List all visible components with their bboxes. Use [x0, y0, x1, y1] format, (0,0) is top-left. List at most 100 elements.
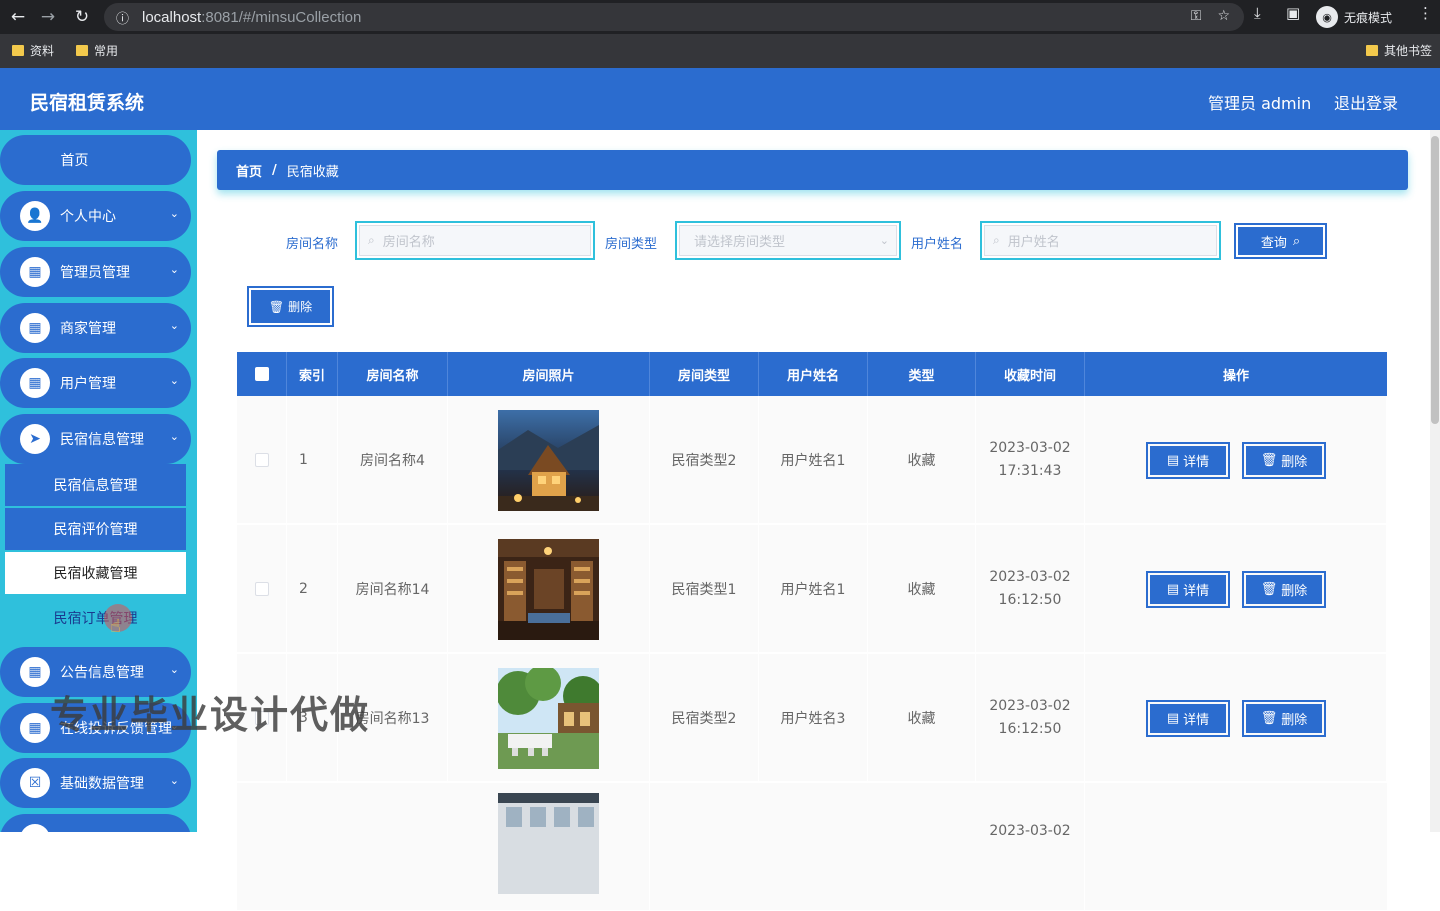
download-icon[interactable]: ⤓: [1254, 4, 1261, 22]
column-header[interactable]: 类型: [868, 352, 976, 396]
breadcrumb-separator: /: [272, 162, 277, 178]
sidebar-item-merchant-management[interactable]: ▦ 商家管理 ⌄: [0, 303, 191, 353]
column-header[interactable]: 房间名称: [338, 352, 448, 396]
room-photo[interactable]: [498, 793, 599, 894]
room-photo[interactable]: [498, 409, 599, 511]
submenu-minsu-review[interactable]: 民宿评价管理: [5, 508, 186, 551]
star-icon[interactable]: ☆: [1217, 8, 1230, 24]
sidebar-item-user-management[interactable]: ▦ 用户管理 ⌄: [0, 358, 191, 408]
menu-kebab-icon[interactable]: ⋮: [1418, 4, 1433, 22]
row-room-type: 民宿类型2: [650, 654, 759, 782]
chevron-down-icon: ⌄: [879, 234, 889, 247]
reload-icon[interactable]: ↻: [70, 5, 94, 29]
chevron-down-icon: ⌄: [169, 374, 179, 387]
table-row: 3 房间名称13 民宿类型2 用户姓名3 收藏 2023-03-02 16:12…: [237, 654, 1387, 782]
row-collect-time: 2023-03-02 16:12:50: [976, 654, 1085, 782]
detail-button[interactable]: ▤ 详情: [1146, 700, 1230, 737]
sidebar-item-admin-management[interactable]: ▦ 管理员管理 ⌄: [0, 247, 191, 297]
menu-icon: [20, 824, 50, 832]
back-arrow-icon[interactable]: ←: [6, 5, 30, 29]
grid-icon: ▦: [20, 657, 50, 687]
select-all-checkbox-cell: [237, 352, 287, 396]
sidebar: 首页 👤 个人中心 ⌄ ▦ 管理员管理 ⌄ ▦ 商家管理 ⌄ ▦ 用户管理 ⌄ …: [0, 130, 197, 832]
sidebar-item-basic-data[interactable]: ☒ 基础数据管理 ⌄: [0, 758, 191, 808]
site-info-icon[interactable]: ⓘ: [116, 8, 136, 27]
delete-button[interactable]: 🗑 删除: [1242, 442, 1326, 479]
document-icon: ▤: [1166, 453, 1180, 468]
room-name-field[interactable]: ⌕ 房间名称: [355, 221, 595, 260]
document-icon: ▤: [1166, 582, 1180, 597]
row-actions: ▤ 详情 🗑 删除: [1085, 654, 1387, 782]
key-icon[interactable]: ⚿: [1191, 8, 1202, 24]
select-all-checkbox[interactable]: [254, 367, 269, 381]
chevron-down-icon: ⌄: [169, 719, 179, 732]
user-name-label: 用户姓名: [911, 237, 964, 252]
column-header[interactable]: 收藏时间: [976, 352, 1085, 396]
pointer-hand-icon: ☝: [110, 616, 121, 637]
sidepanel-icon[interactable]: ▣: [1286, 4, 1300, 22]
room-photo[interactable]: [498, 667, 599, 769]
chevron-down-icon: ⌄: [169, 430, 179, 443]
room-photo-cell: [448, 783, 650, 911]
address-bar[interactable]: ⓘ localhost:8081/#/minsuCollection ⚿ ☆: [104, 3, 1244, 31]
clipboard-icon: ☒: [20, 768, 50, 798]
sidebar-item-home[interactable]: 首页: [0, 135, 191, 185]
chevron-down-icon: ⌄: [169, 263, 179, 276]
page-scrollbar[interactable]: [1430, 130, 1440, 832]
detail-button[interactable]: ▤ 详情: [1146, 442, 1230, 479]
column-header[interactable]: 索引: [287, 352, 338, 396]
column-header[interactable]: 用户姓名: [759, 352, 868, 396]
submenu-minsu-info[interactable]: 民宿信息管理: [5, 464, 186, 507]
column-header[interactable]: 操作: [1085, 352, 1387, 396]
forward-arrow-icon[interactable]: →: [36, 5, 60, 29]
current-user: 管理员 admin: [1208, 94, 1312, 113]
room-name-label: 房间名称: [286, 237, 339, 252]
scrollbar-thumb[interactable]: [1431, 136, 1439, 424]
search-icon: ⌕: [368, 233, 375, 247]
sidebar-item-minsu-info[interactable]: ➤ 民宿信息管理 ⌄: [0, 414, 191, 464]
incognito-indicator[interactable]: ◉ 无痕模式: [1316, 6, 1392, 28]
query-button[interactable]: 查询 ⌕: [1234, 223, 1327, 259]
room-photo-cell: [448, 396, 650, 524]
row-checkbox[interactable]: [254, 711, 269, 725]
sidebar-item-more[interactable]: [0, 814, 191, 832]
batch-delete-button[interactable]: 🗑 删除: [247, 286, 334, 327]
column-header[interactable]: 房间照片: [448, 352, 650, 396]
row-index: 3: [287, 654, 338, 782]
row-checkbox[interactable]: [254, 453, 269, 467]
bookmark-folder[interactable]: 常用: [76, 42, 118, 59]
delete-button[interactable]: 🗑 删除: [1242, 571, 1326, 608]
sidebar-item-personal-center[interactable]: 👤 个人中心 ⌄: [0, 191, 191, 241]
row-room-name: 房间名称4: [338, 396, 448, 524]
bookmark-folder[interactable]: 资料: [12, 42, 54, 59]
detail-button[interactable]: ▤ 详情: [1146, 571, 1230, 608]
sidebar-item-complaint[interactable]: ▦ 在线投诉反馈管理 ⌄: [0, 703, 191, 753]
chevron-down-icon: ⌄: [169, 774, 179, 787]
submenu-minsu-order[interactable]: 民宿订单管理: [5, 597, 186, 640]
user-name-field[interactable]: ⌕ 用户姓名: [980, 221, 1221, 260]
document-icon: ▤: [1166, 711, 1180, 726]
breadcrumb: 首页 / 民宿收藏: [217, 150, 1408, 190]
column-header[interactable]: 房间类型: [650, 352, 759, 396]
row-collect-time: 2023-03-02 17:31:43: [976, 396, 1085, 524]
delete-button[interactable]: 🗑 删除: [1242, 700, 1326, 737]
row-type: 收藏: [868, 525, 976, 653]
table-header: 索引 房间名称 房间照片 房间类型 用户姓名 类型 收藏时间 操作: [237, 352, 1387, 396]
room-type-select[interactable]: 请选择房间类型 ⌄: [675, 221, 901, 260]
folder-icon: [76, 45, 88, 56]
other-bookmarks[interactable]: 其他书签: [1366, 42, 1432, 59]
logout-link[interactable]: 退出登录: [1334, 90, 1398, 114]
submenu-minsu-collection[interactable]: 民宿收藏管理: [5, 552, 186, 595]
row-collect-time: 2023-03-02 16:12:50: [976, 525, 1085, 653]
row-checkbox[interactable]: [254, 582, 269, 596]
breadcrumb-home[interactable]: 首页: [236, 161, 262, 180]
room-photo-cell: [448, 525, 650, 653]
app-title: 民宿租赁系统: [30, 92, 145, 114]
row-collect-time: 2023-03-02: [976, 783, 1085, 911]
sidebar-item-notice[interactable]: ▦ 公告信息管理 ⌄: [0, 647, 191, 697]
row-user-name: 用户姓名1: [759, 525, 868, 653]
row-room-type: 民宿类型2: [650, 396, 759, 524]
bookmarks-bar: 资料 常用 其他书签: [0, 34, 1440, 68]
room-photo[interactable]: [498, 538, 599, 640]
table-row: 2 房间名称14 民宿类型1 用户姓名1 收藏 2023-03-02 16:12…: [237, 525, 1387, 653]
